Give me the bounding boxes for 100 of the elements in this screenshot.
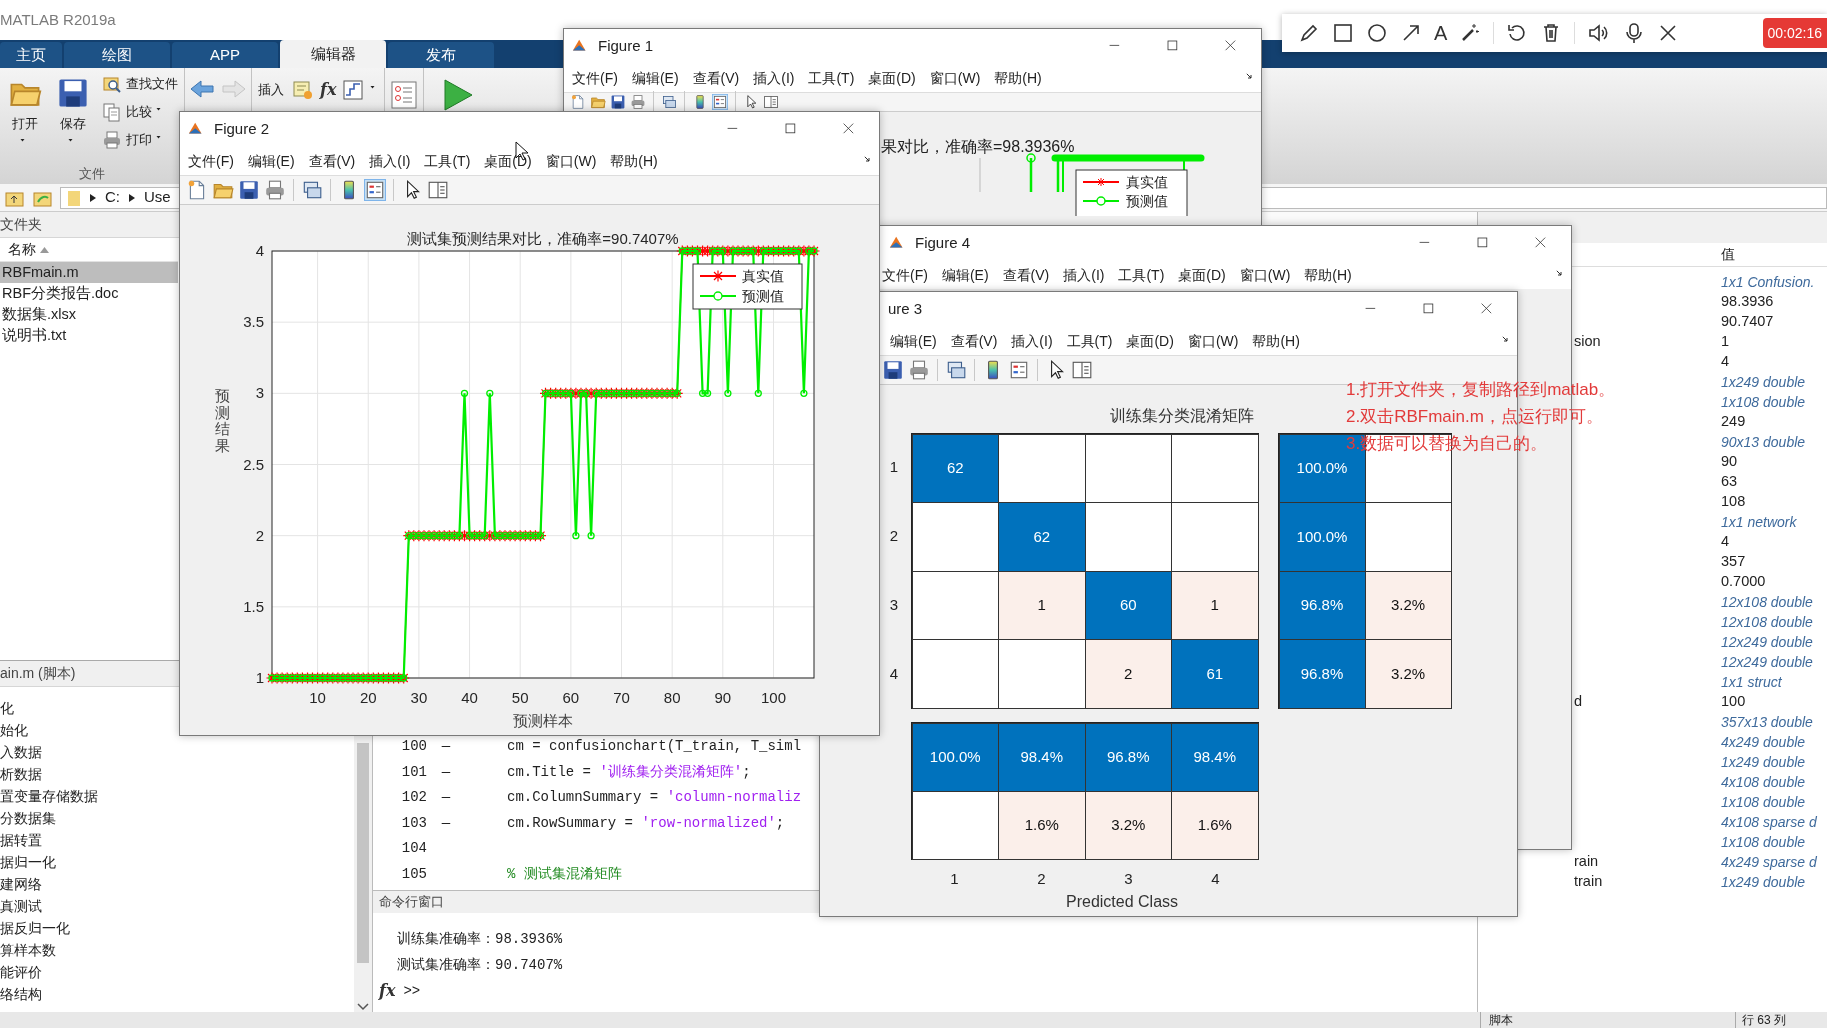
menu-item[interactable]: 工具(T) <box>1118 264 1165 286</box>
outline-item[interactable]: 分数据集 <box>0 807 56 829</box>
variable-value: 1x1 network <box>1721 512 1797 532</box>
path-segment[interactable]: Use <box>144 186 171 209</box>
menu-item[interactable]: 插入(I) <box>1011 330 1053 352</box>
menu-item[interactable]: 查看(V) <box>692 67 740 89</box>
axis-tick-label: 1 <box>949 868 960 889</box>
window-title: MATLAB R2019a <box>0 9 116 30</box>
menu-item[interactable]: 桌面(D) <box>1178 264 1226 286</box>
variable-value: 12x249 double <box>1721 632 1813 652</box>
ribbon-tab[interactable]: 发布 <box>388 42 494 68</box>
axis-tick-label: 2 <box>1036 868 1047 889</box>
outline-item[interactable]: 据转置 <box>0 829 42 851</box>
outline-item[interactable]: 据反归一化 <box>0 917 70 939</box>
breakpoint-marker[interactable]: — <box>431 761 461 783</box>
outline-item[interactable]: 真测试 <box>0 895 42 917</box>
outline-item[interactable]: 置变量存储数据 <box>0 785 98 807</box>
menu-item[interactable]: 编辑(E) <box>247 150 295 172</box>
variable-name: train <box>1574 873 1603 890</box>
line-number: 104 <box>400 839 428 859</box>
variable-value: 90 <box>1721 452 1738 472</box>
menu-item[interactable]: 窗口(W) <box>929 67 981 89</box>
menu-item[interactable]: 插入(I) <box>753 67 795 89</box>
menu-item[interactable]: 帮助(H) <box>610 150 658 172</box>
menu-item[interactable]: 帮助(H) <box>1252 330 1300 352</box>
text-tool-button[interactable]: A <box>1434 23 1448 43</box>
open-button[interactable]: 打开 <box>4 74 46 150</box>
matrix-cell: 1 <box>1171 570 1259 640</box>
variable-name: d <box>1574 693 1583 710</box>
axis-tick-label: 2 <box>255 526 264 544</box>
menu-item[interactable]: 编辑(E) <box>941 264 989 286</box>
ribbon-tab[interactable]: 主页 <box>0 42 62 68</box>
menu-item[interactable]: 文件(F) <box>188 150 234 172</box>
legend-label: 真实值 <box>742 269 784 284</box>
menu-item[interactable]: 查看(V) <box>308 150 356 172</box>
ribbon-tab[interactable]: 编辑器 <box>280 40 386 68</box>
variable-value: 4x249 sparse d <box>1721 852 1817 872</box>
menu-item[interactable]: 窗口(W) <box>1187 330 1239 352</box>
menu-item[interactable]: 窗口(W) <box>545 150 597 172</box>
file-row[interactable]: RBFmain.m <box>0 262 178 283</box>
insert-button[interactable]: 插入 <box>256 80 286 100</box>
menu-item[interactable]: 工具(T) <box>1066 330 1113 352</box>
menu-item[interactable]: 桌面(D) <box>484 150 532 172</box>
ribbon-tab[interactable]: APP <box>172 42 278 68</box>
line-number: 102 <box>400 788 428 808</box>
outline-item[interactable]: 化 <box>0 697 14 719</box>
status-text: 脚本 <box>1480 1012 1735 1028</box>
save-button[interactable]: 保存 <box>52 74 94 150</box>
menu-item[interactable]: 工具(T) <box>424 150 471 172</box>
ribbon-tab[interactable]: 绘图 <box>64 42 170 68</box>
outline-item[interactable]: 能评价 <box>0 961 42 983</box>
column-header[interactable]: 值 <box>1721 244 1735 265</box>
variable-name: rain <box>1574 853 1599 870</box>
outline-item[interactable]: 入数据 <box>0 741 42 763</box>
command-prompt[interactable]: >> <box>403 980 421 1002</box>
path-segment[interactable]: C: <box>105 186 120 209</box>
file-row[interactable]: 说明书.txt <box>0 325 178 346</box>
outline-item[interactable]: 络结构 <box>0 983 42 1005</box>
outline-item[interactable]: 析数据 <box>0 763 42 785</box>
variable-value: 4 <box>1721 352 1730 372</box>
variable-value: 357 <box>1721 552 1746 572</box>
code-line: cm.Title = '训练集分类混淆矩阵'; <box>506 762 751 782</box>
outline-item[interactable]: 算样本数 <box>0 939 56 961</box>
code-line: % 测试集混淆矩阵 <box>506 864 622 884</box>
chart-title: 测试集预测结果对比，准确率=90.7407% <box>407 230 679 247</box>
file-row[interactable]: RBF分类报告.doc <box>0 283 178 304</box>
breakpoint-marker[interactable]: — <box>431 736 461 758</box>
chart-title: 训练集分类混淆矩阵 <box>1109 405 1254 426</box>
find-files-button[interactable]: 查找文件 <box>100 74 180 94</box>
variable-value: 1x249 double <box>1721 752 1806 772</box>
print-button[interactable]: 打印 <box>100 130 180 150</box>
code-line: cm.ColumnSummary = 'column-normaliz <box>506 788 802 808</box>
menu-item[interactable]: 查看(V) <box>950 330 998 352</box>
variable-value: 108 <box>1721 492 1746 512</box>
menu-item[interactable]: 编辑(E) <box>631 67 679 89</box>
function-browser-button[interactable]: fx <box>379 979 396 1003</box>
menu-item[interactable]: 桌面(D) <box>868 67 916 89</box>
legend-label: 预测值 <box>742 289 784 304</box>
outline-item[interactable]: 建网络 <box>0 873 42 895</box>
menu-item[interactable]: 文件(F) <box>882 264 928 286</box>
menu-item[interactable]: 窗口(W) <box>1239 264 1291 286</box>
breakpoint-marker[interactable]: — <box>431 812 461 834</box>
menu-item[interactable]: 编辑(E) <box>890 330 937 352</box>
menu-item[interactable]: 桌面(D) <box>1126 330 1174 352</box>
file-row[interactable]: 数据集.xlsx <box>0 304 178 325</box>
menu-item[interactable]: 工具(T) <box>808 67 855 89</box>
line-number: 100 <box>400 737 428 757</box>
menu-item[interactable]: 文件(F) <box>572 67 618 89</box>
menu-item[interactable]: 帮助(H) <box>1304 264 1352 286</box>
outline-item[interactable]: 始化 <box>0 719 28 741</box>
menu-item[interactable]: 插入(I) <box>1063 264 1105 286</box>
compare-button[interactable]: 比较 <box>100 102 180 122</box>
menu-item[interactable]: 插入(I) <box>369 150 411 172</box>
outline-item[interactable]: 据归一化 <box>0 851 56 873</box>
function-button[interactable]: fx <box>320 78 337 102</box>
breakpoint-marker[interactable]: — <box>431 787 461 809</box>
variable-value: 1x108 double <box>1721 792 1806 812</box>
axis-tick-label: 3.5 <box>243 313 264 331</box>
menu-item[interactable]: 查看(V) <box>1002 264 1050 286</box>
menu-item[interactable]: 帮助(H) <box>994 67 1042 89</box>
